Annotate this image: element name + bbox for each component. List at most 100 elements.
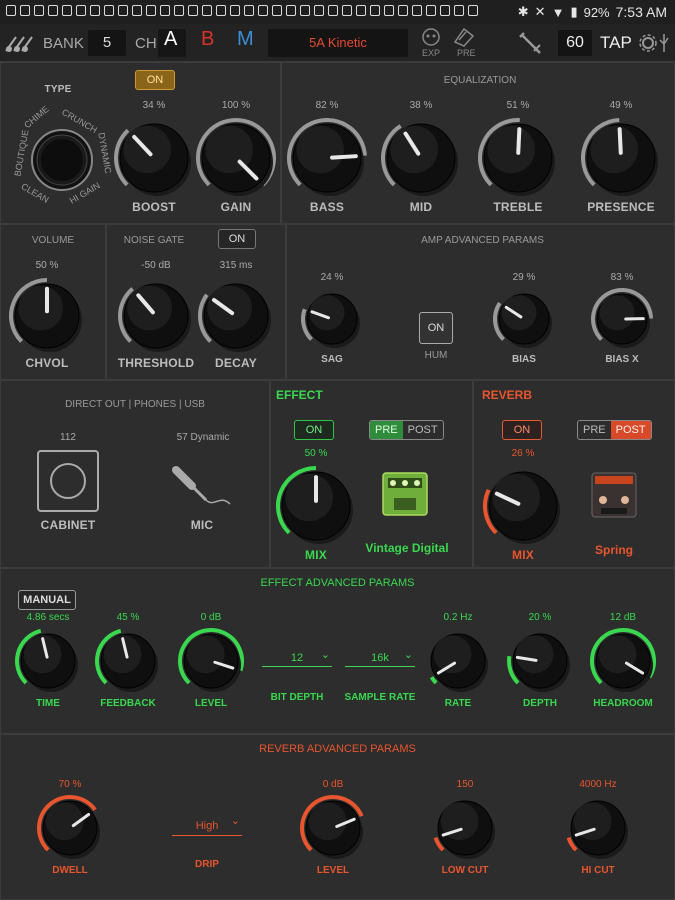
notification-icon — [118, 5, 128, 16]
notification-icon — [20, 5, 30, 16]
notification-icon — [342, 5, 352, 16]
amp-type-selector[interactable]: CHIME CRUNCH DYNAMIC HI GAIN CLEAN BOUTI… — [10, 104, 114, 212]
knob-dial[interactable] — [194, 116, 278, 200]
knob-highlight — [433, 635, 472, 674]
knob-dial[interactable] — [563, 793, 633, 863]
knob-highlight — [590, 125, 638, 174]
knob-label: BIAS X — [605, 354, 639, 365]
knob-dial[interactable] — [13, 626, 83, 696]
knob-dial[interactable] — [299, 286, 365, 352]
knob-value: 0.2 Hz — [443, 612, 473, 623]
knob-dial[interactable] — [423, 626, 493, 696]
chevron-down-icon: ⌄ — [403, 649, 413, 661]
effect-post-option[interactable]: POST — [403, 421, 443, 439]
notification-icon — [104, 5, 114, 16]
notification-icon — [398, 5, 408, 16]
knob-label: TREBLE — [493, 200, 543, 214]
knob-highlight — [501, 295, 537, 331]
knob-value: 50 % — [304, 448, 328, 459]
channel-a-button[interactable]: A — [164, 28, 177, 51]
channel-m-button[interactable]: M — [237, 28, 254, 51]
chevron-down-icon: ⌄ — [320, 649, 330, 661]
reverb-pre-option[interactable]: PRE — [578, 421, 611, 439]
bit-depth-select[interactable]: 12 ⌄ — [262, 649, 332, 664]
bank-selector[interactable]: 5 — [88, 30, 126, 56]
notification-icon — [216, 5, 226, 16]
knob-dial[interactable] — [35, 793, 105, 863]
notification-icon — [356, 5, 366, 16]
mute-icon: ✕ — [534, 4, 546, 19]
knob-dial[interactable] — [505, 626, 575, 696]
knob-dial[interactable] — [476, 116, 560, 200]
knob-dial[interactable] — [196, 276, 276, 356]
noise-gate-on-button[interactable]: ON — [218, 229, 256, 249]
knob-dial[interactable] — [430, 793, 500, 863]
knob-value: 38 % — [409, 100, 433, 111]
manual-button[interactable]: MANUAL — [18, 590, 76, 610]
top-bar: BANK 5 CH A B M 5A Kinetic EXP PRE 60 TA… — [0, 24, 675, 62]
knob-label: TIME — [36, 698, 60, 709]
hum-on-button[interactable]: ON — [419, 312, 453, 344]
amp-type-label: TYPE — [44, 84, 72, 95]
reverb-on-button[interactable]: ON — [502, 420, 542, 440]
knob-highlight — [599, 295, 635, 331]
knob-pointer — [330, 154, 358, 160]
reverb-pedal-icon[interactable] — [589, 470, 639, 520]
preset-pedal-icon[interactable] — [452, 26, 476, 48]
knob-dial[interactable] — [579, 116, 663, 200]
notification-icon — [300, 5, 310, 16]
effect-pedal-icon[interactable] — [380, 470, 430, 518]
effect-pre-option[interactable]: PRE — [370, 421, 403, 439]
boost-on-button[interactable]: ON — [135, 70, 175, 90]
effect-on-button[interactable]: ON — [294, 420, 334, 440]
tap-tempo-button[interactable]: TAP — [600, 33, 632, 53]
knob-dial[interactable] — [379, 116, 463, 200]
channel-b-button[interactable]: B — [201, 28, 214, 51]
cabinet-selector[interactable] — [37, 450, 99, 512]
usb-icon[interactable] — [657, 32, 671, 54]
microphone-icon[interactable] — [170, 464, 234, 512]
knob-dial[interactable] — [481, 464, 565, 548]
knob-dial[interactable] — [274, 464, 358, 548]
effect-pre-post-toggle[interactable]: PRE POST — [369, 420, 444, 440]
notification-icon — [48, 5, 58, 16]
notification-icon — [90, 5, 100, 16]
sample-rate-select[interactable]: 16k ⌄ — [345, 649, 415, 664]
reverb-pre-post-toggle[interactable]: PRE POST — [577, 420, 652, 440]
knob-label: BASS — [309, 200, 345, 214]
tempo-value[interactable]: 60 — [558, 30, 592, 56]
notification-icon — [62, 5, 72, 16]
knob-highlight — [207, 285, 252, 331]
amp-logo-icon[interactable] — [4, 31, 40, 55]
preset-name[interactable]: 5A Kinetic — [268, 29, 408, 57]
knob-value: 50 % — [35, 260, 59, 271]
knob-dial[interactable] — [7, 276, 87, 356]
knob-dial[interactable] — [116, 276, 196, 356]
knob-dial[interactable] — [588, 626, 658, 696]
knob-dial[interactable] — [491, 286, 557, 352]
knob-dial[interactable] — [112, 116, 196, 200]
exp-label: EXP — [422, 48, 441, 58]
knob-dial[interactable] — [285, 116, 369, 200]
reverb-post-option[interactable]: POST — [610, 421, 651, 439]
effect-title: EFFECT — [276, 388, 323, 402]
knob-dial[interactable] — [298, 793, 368, 863]
knob-label: RATE — [444, 698, 472, 709]
effect-name[interactable]: Vintage Digital — [360, 541, 454, 555]
notification-icon — [146, 5, 156, 16]
drip-underline — [172, 835, 242, 836]
knob-dial[interactable] — [93, 626, 163, 696]
knob-value: 4000 Hz — [579, 779, 617, 790]
notification-icon — [202, 5, 212, 16]
knob-label: MID — [409, 200, 433, 214]
drip-select[interactable]: High ⌄ — [172, 815, 242, 832]
knob-highlight — [308, 802, 347, 841]
reverb-name[interactable]: Spring — [584, 543, 644, 557]
expression-pedal-icon[interactable] — [421, 27, 441, 47]
knob-dial[interactable] — [176, 626, 246, 696]
knob-highlight — [487, 125, 535, 174]
knob-dial[interactable] — [589, 286, 655, 352]
tuner-icon[interactable] — [518, 31, 544, 57]
knob-value: 100 % — [221, 100, 251, 111]
settings-gear-icon[interactable] — [639, 34, 657, 52]
